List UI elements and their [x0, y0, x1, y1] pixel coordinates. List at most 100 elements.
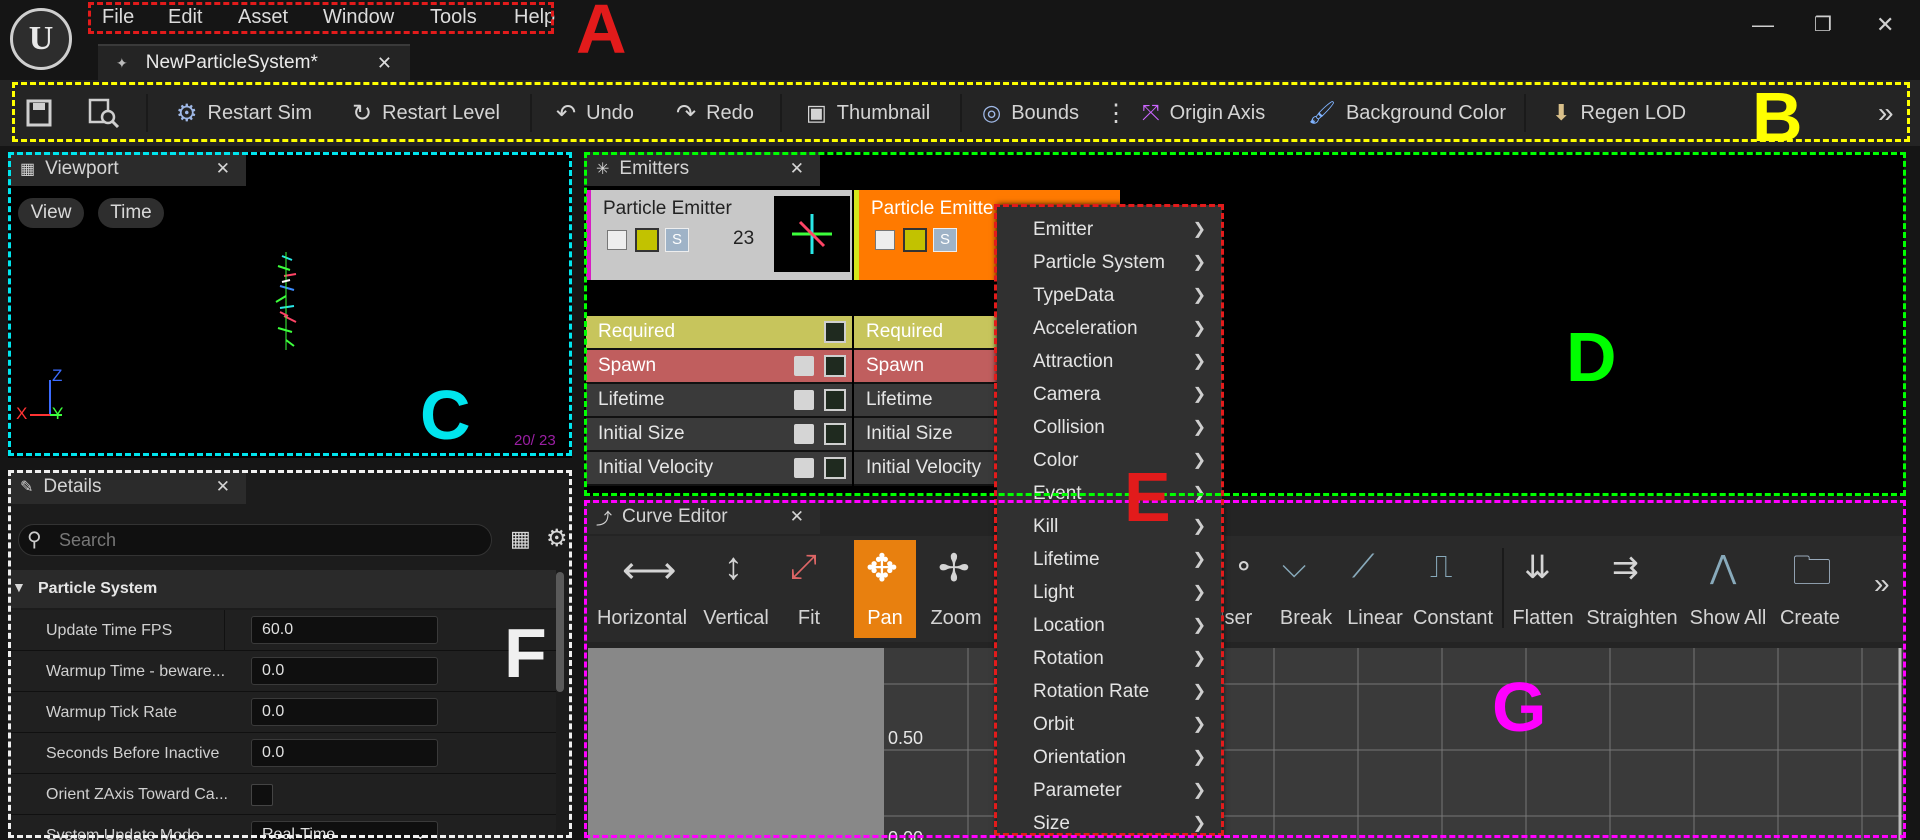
- menu-item-location[interactable]: Location ❯: [1033, 609, 1218, 642]
- fit-button[interactable]: ⤢ Fit: [780, 540, 838, 638]
- curve-graph-icon[interactable]: [824, 423, 846, 445]
- menu-tools[interactable]: Tools: [430, 4, 477, 30]
- module-lifetime[interactable]: Lifetime: [586, 384, 852, 418]
- module-lifetime[interactable]: Lifetime: [854, 384, 997, 418]
- update-time-fps-input[interactable]: 60.0: [251, 616, 438, 644]
- restore-icon[interactable]: ❐: [1814, 12, 1832, 37]
- minimize-icon[interactable]: —: [1752, 12, 1774, 38]
- seconds-before-inactive-input[interactable]: 0.0: [251, 739, 438, 767]
- details-tab[interactable]: ✎ Details ✕: [8, 470, 246, 504]
- close-viewport-icon[interactable]: ✕: [216, 159, 230, 179]
- emitters-tab[interactable]: ✳ Emitters ✕: [584, 152, 820, 186]
- orient-zaxis-checkbox[interactable]: [251, 784, 273, 806]
- browse-button[interactable]: [88, 80, 120, 146]
- bounds-button[interactable]: ◎ Bounds: [982, 80, 1079, 146]
- menu-item-parameter[interactable]: Parameter ❯: [1033, 774, 1218, 807]
- flatten-button[interactable]: ⇊ Flatten: [1508, 540, 1578, 638]
- module-checkbox[interactable]: [794, 356, 814, 376]
- bounds-options-button[interactable]: ⋮: [1104, 80, 1128, 146]
- close-details-icon[interactable]: ✕: [216, 477, 230, 497]
- menu-item-typedata[interactable]: TypeData ❯: [1033, 279, 1218, 312]
- module-initial-velocity[interactable]: Initial Velocity: [854, 452, 997, 486]
- menu-item-lifetime[interactable]: Lifetime ❯: [1033, 543, 1218, 576]
- menu-item-rotation[interactable]: Rotation ❯: [1033, 642, 1218, 675]
- restart-sim-button[interactable]: ⚙ Restart Sim: [176, 80, 312, 146]
- menu-item-camera[interactable]: Camera ❯: [1033, 378, 1218, 411]
- menu-file[interactable]: File: [102, 4, 134, 30]
- details-section-header[interactable]: ▼ Particle System: [8, 570, 556, 608]
- create-button[interactable]: 🗀 Create: [1774, 540, 1846, 638]
- curve-graph-icon[interactable]: [824, 321, 846, 343]
- curve-toolbar-overflow-button[interactable]: »: [1874, 544, 1890, 624]
- unreal-logo-icon[interactable]: U: [10, 8, 72, 70]
- thumbnail-button[interactable]: ▣ Thumbnail: [806, 80, 930, 146]
- menu-item-size[interactable]: Size ❯: [1033, 807, 1218, 840]
- close-window-icon[interactable]: ✕: [1876, 12, 1894, 38]
- module-checkbox[interactable]: [794, 458, 814, 478]
- linear-button[interactable]: ⟋ Linear: [1342, 540, 1408, 638]
- emitter-1-header[interactable]: Particle Emitter S 23: [586, 190, 852, 280]
- close-tab-icon[interactable]: ✕: [377, 53, 392, 74]
- break-button[interactable]: ⌵ Break: [1272, 540, 1340, 638]
- menu-item-collision[interactable]: Collision ❯: [1033, 411, 1218, 444]
- emitter-2-enable-checkbox[interactable]: [875, 230, 895, 250]
- module-required[interactable]: Required: [586, 316, 852, 350]
- module-checkbox[interactable]: [794, 390, 814, 410]
- restart-level-button[interactable]: ↻ Restart Level: [352, 80, 500, 146]
- warmup-time-input[interactable]: 0.0: [251, 657, 438, 685]
- details-search-input[interactable]: ⚲ Search: [18, 524, 492, 556]
- curve-editor-tab[interactable]: ⤴ Curve Editor ✕: [584, 500, 820, 534]
- menu-item-attraction[interactable]: Attraction ❯: [1033, 345, 1218, 378]
- menu-help[interactable]: Help: [514, 4, 555, 30]
- gear-icon[interactable]: ⚙: [546, 524, 568, 553]
- curve-graph-icon[interactable]: [824, 389, 846, 411]
- viewport-tab[interactable]: ▦ Viewport ✕: [8, 152, 246, 186]
- redo-button[interactable]: ↷ Redo: [676, 80, 754, 146]
- document-tab[interactable]: ✦ NewParticleSystem* ✕: [98, 44, 410, 80]
- save-button[interactable]: [26, 80, 52, 146]
- menu-edit[interactable]: Edit: [168, 4, 202, 30]
- module-initial-velocity[interactable]: Initial Velocity: [586, 452, 852, 486]
- pan-button[interactable]: ✥ Pan: [854, 540, 916, 638]
- emitter-1-render-mode-icon[interactable]: [635, 228, 659, 252]
- emitter-1-solo-icon[interactable]: S: [665, 228, 689, 252]
- menu-item-light[interactable]: Light ❯: [1033, 576, 1218, 609]
- emitter-2-solo-icon[interactable]: S: [933, 228, 957, 252]
- origin-axis-button[interactable]: ⤧ Origin Axis: [1142, 80, 1265, 146]
- module-checkbox[interactable]: [794, 424, 814, 444]
- module-initial-size[interactable]: Initial Size: [854, 418, 997, 452]
- time-button[interactable]: Time: [98, 198, 164, 228]
- horizontal-button[interactable]: ⟷ Horizontal: [594, 540, 690, 638]
- curve-graph-icon[interactable]: [824, 355, 846, 377]
- regen-lod-button[interactable]: ⬇ Regen LOD: [1552, 80, 1686, 146]
- system-update-mode-dropdown[interactable]: Real-Time ⌄: [251, 821, 438, 840]
- show-all-button[interactable]: ⋀ Show All: [1686, 540, 1770, 638]
- menu-item-orientation[interactable]: Orientation ❯: [1033, 741, 1218, 774]
- emitter-2-render-mode-icon[interactable]: [903, 228, 927, 252]
- emitter-1-enable-checkbox[interactable]: [607, 230, 627, 250]
- toolbar-overflow-button[interactable]: »: [1878, 80, 1894, 146]
- menu-item-emitter[interactable]: Emitter ❯: [1033, 213, 1218, 246]
- warmup-tick-rate-input[interactable]: 0.0: [251, 698, 438, 726]
- module-required[interactable]: Required: [854, 316, 997, 350]
- straighten-button[interactable]: ⇉ Straighten: [1582, 540, 1682, 638]
- curve-graph-icon[interactable]: [824, 457, 846, 479]
- zoom-button[interactable]: ✢ Zoom: [922, 540, 990, 638]
- menu-window[interactable]: Window: [323, 4, 394, 30]
- menu-item-orbit[interactable]: Orbit ❯: [1033, 708, 1218, 741]
- menu-item-acceleration[interactable]: Acceleration ❯: [1033, 312, 1218, 345]
- menu-item-rotation-rate[interactable]: Rotation Rate ❯: [1033, 675, 1218, 708]
- module-spawn[interactable]: Spawn: [586, 350, 852, 384]
- menu-item-particle-system[interactable]: Particle System ❯: [1033, 246, 1218, 279]
- details-scrollbar[interactable]: [556, 572, 564, 692]
- module-initial-size[interactable]: Initial Size: [586, 418, 852, 452]
- view-button[interactable]: View: [18, 198, 84, 228]
- undo-button[interactable]: ↶ Undo: [556, 80, 634, 146]
- vertical-button[interactable]: ↕ Vertical: [694, 540, 778, 638]
- constant-button[interactable]: ⎍ Constant: [1410, 540, 1496, 638]
- close-curve-editor-icon[interactable]: ✕: [790, 507, 804, 527]
- close-emitters-icon[interactable]: ✕: [790, 159, 804, 179]
- background-color-button[interactable]: 🖌 Background Color: [1308, 80, 1506, 146]
- module-spawn[interactable]: Spawn: [854, 350, 997, 384]
- table-view-icon[interactable]: ▦: [510, 526, 531, 552]
